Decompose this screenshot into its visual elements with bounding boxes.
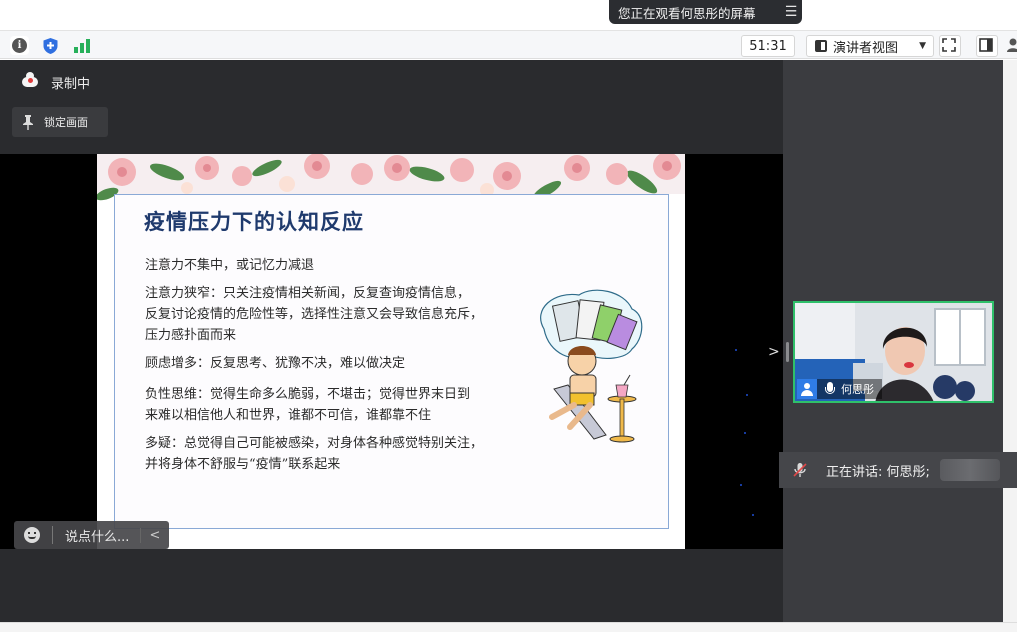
recording-label: 录制中 [51,76,91,92]
lock-screen-label: 锁定画面 [44,116,88,129]
panel-edge [1003,60,1017,622]
speaking-text: 正在讲话: 何思彤; [826,464,930,480]
screen-share-banner: 您正在观看何思彤的屏幕 ☰ [609,0,802,24]
layout-icon [815,40,827,52]
lock-screen-button[interactable]: 锁定画面 [12,107,108,137]
participant-video-tile[interactable]: 何思彤 [793,301,994,403]
sidebar-toggle-button[interactable] [976,35,998,57]
info-icon[interactable]: i [10,36,29,55]
shield-icon[interactable] [41,36,60,55]
slide-title: 疫情压力下的认知反应 [144,210,364,234]
recording-indicator: 录制中 [22,72,90,92]
cloud-record-icon [22,72,38,87]
emoji-icon[interactable] [24,527,40,543]
speaking-indicator: 正在讲话: 何思彤; [779,452,1017,488]
participant-name: 何思彤 [841,383,874,396]
meeting-timer: 51:31 [741,35,795,57]
slide-paragraph: 注意力不集中，或记忆力减退 [145,258,315,273]
slide-paragraph: 顾虑增多：反复思考、犹豫不决，难以做决定 [145,356,406,371]
view-label: 演讲者视图 [833,40,899,56]
stressed-person-illustration [540,289,643,443]
signal-icon[interactable] [72,36,91,55]
slide-paragraph: 负性思维：觉得生命多么脆弱，不堪击；觉得世界末日到 来难以相信他人和世界，谁都不… [145,387,471,423]
microphone-muted-icon [793,463,807,477]
collapse-chevron-icon[interactable]: < [140,527,169,543]
speaker-view-dropdown[interactable]: 演讲者视图 ▼ [806,35,934,57]
slide-paragraph: 注意力狭窄：只关注疫情相关新闻，反复查询疫情信息， 反复讨论疫情的危险性等，选择… [145,286,484,343]
sidebar-icon [979,38,993,52]
participant-name-tag: 何思彤 [797,379,882,399]
banner-text: 您正在观看何思彤的屏幕 [618,5,756,21]
caret-down-icon: ▼ [919,41,926,51]
bottom-control-bar [0,622,1017,632]
chat-input[interactable]: 说点什么... [65,526,140,545]
chat-bar[interactable]: 说点什么... < [14,521,169,549]
fullscreen-icon [942,38,956,52]
resize-handle[interactable] [786,342,789,362]
participants-icon[interactable] [1005,35,1017,55]
slide-paragraph: 多疑：总觉得自己可能被感染，对身体各种感觉特别关注， 并将身体不舒服与“疫情”联… [145,436,484,472]
audio-wave-graphic [939,459,1000,481]
presentation-slide: 疫情压力下的认知反应 注意力不集中，或记忆力减退 注意力狭窄：只关注疫情相关新闻… [97,154,685,549]
fullscreen-button[interactable] [939,35,961,57]
microphone-icon [823,381,837,397]
pin-icon [23,115,33,130]
meeting-toolbar: i 51:31 演讲者视图 ▼ [0,30,1017,59]
user-icon [797,379,817,399]
menu-icon[interactable]: ☰ [780,4,802,20]
chevron-right-icon[interactable]: > [768,344,780,360]
